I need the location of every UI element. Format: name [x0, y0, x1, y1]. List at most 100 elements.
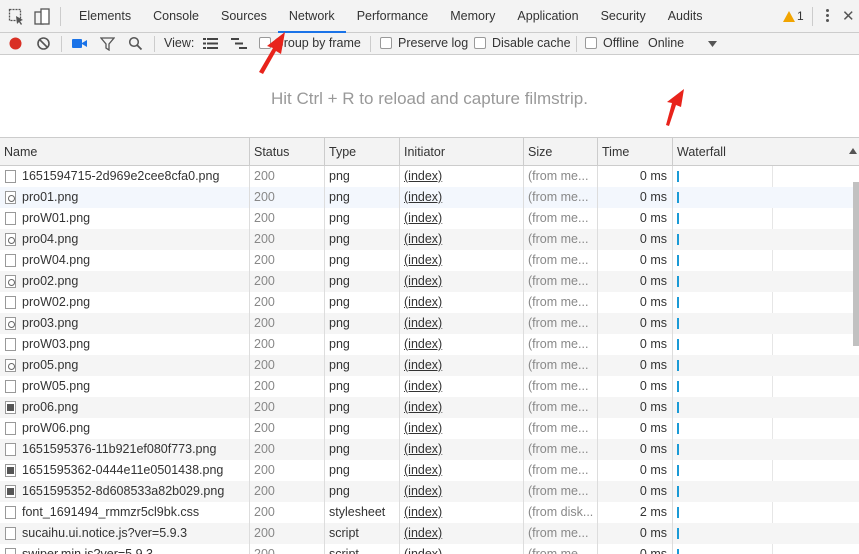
- file-name: proW03.png: [22, 337, 91, 351]
- offline-checkbox[interactable]: [585, 37, 597, 49]
- file-name: 1651595352-8d608533a82b029.png: [22, 484, 225, 498]
- cell-initiator[interactable]: (index): [400, 418, 524, 439]
- tab-network[interactable]: Network: [277, 0, 346, 33]
- table-row[interactable]: proW02.png 200 png (index) (from me... 0 ms: [0, 292, 859, 313]
- more-options-icon[interactable]: [826, 9, 830, 25]
- cell-type: script: [325, 523, 400, 544]
- tab-sources[interactable]: Sources: [210, 0, 278, 33]
- cell-initiator[interactable]: (index): [400, 292, 524, 313]
- preserve-log-checkbox[interactable]: [380, 37, 392, 49]
- tab-console[interactable]: Console: [142, 0, 210, 33]
- tab-application[interactable]: Application: [506, 0, 589, 33]
- cell-initiator[interactable]: (index): [400, 208, 524, 229]
- clear-icon[interactable]: [36, 36, 51, 51]
- cell-type: png: [325, 397, 400, 418]
- cell-time: 0 ms: [598, 250, 673, 271]
- cell-waterfall: [673, 439, 859, 460]
- table-row[interactable]: 1651595362-0444e11e0501438.png 200 png (ind…: [0, 460, 859, 481]
- column-name[interactable]: Name: [0, 138, 250, 166]
- cell-size: (from me...: [524, 166, 598, 187]
- cell-status: 200: [250, 376, 325, 397]
- close-icon[interactable]: ✕: [842, 7, 855, 25]
- table-row[interactable]: font_1691494_rmmzr5cl9bk.css 200 styleshee…: [0, 502, 859, 523]
- cell-initiator[interactable]: (index): [400, 397, 524, 418]
- table-row[interactable]: 1651595376-11b921ef080f773.png 200 png (ind…: [0, 439, 859, 460]
- column-initiator[interactable]: Initiator: [400, 138, 524, 166]
- table-row[interactable]: proW06.png 200 png (index) (from me... 0 ms: [0, 418, 859, 439]
- requests-table-body: 1651594715-2d969e2cee8cfa0.png 200 png (ind…: [0, 166, 859, 554]
- cell-initiator[interactable]: (index): [400, 439, 524, 460]
- file-name: pro05.png: [22, 358, 79, 372]
- cell-initiator[interactable]: (index): [400, 334, 524, 355]
- table-row[interactable]: proW01.png 200 png (index) (from me... 0 ms: [0, 208, 859, 229]
- cell-initiator[interactable]: (index): [400, 313, 524, 334]
- cell-initiator[interactable]: (index): [400, 355, 524, 376]
- cell-size: (from me...: [524, 439, 598, 460]
- table-row[interactable]: proW05.png 200 png (index) (from me... 0 ms: [0, 376, 859, 397]
- cell-initiator[interactable]: (index): [400, 166, 524, 187]
- filter-icon[interactable]: [100, 37, 115, 51]
- cell-waterfall: [673, 355, 859, 376]
- record-icon[interactable]: [8, 36, 23, 51]
- tab-elements[interactable]: Elements: [68, 0, 142, 33]
- table-row[interactable]: pro01.png 200 png (index) (from me... 0 ms: [0, 187, 859, 208]
- scrollbar-thumb[interactable]: [853, 182, 859, 346]
- table-row[interactable]: sucaihu.ui.notice.js?ver=5.9.3 200 script(…: [0, 523, 859, 544]
- cell-initiator[interactable]: (index): [400, 376, 524, 397]
- tab-audits[interactable]: Audits: [657, 0, 714, 33]
- file-icon: [5, 527, 16, 540]
- column-time[interactable]: Time: [598, 138, 673, 166]
- cell-waterfall: [673, 544, 859, 554]
- cell-status: 200: [250, 502, 325, 523]
- table-row[interactable]: proW03.png 200 png (index) (from me... 0 ms: [0, 334, 859, 355]
- table-row[interactable]: pro04.png 200 png (index) (from me... 0 ms: [0, 229, 859, 250]
- tab-memory[interactable]: Memory: [439, 0, 506, 33]
- divider: [576, 36, 577, 52]
- column-waterfall[interactable]: Waterfall: [673, 138, 859, 166]
- cell-waterfall: [673, 418, 859, 439]
- overview-waterfall-icon[interactable]: [231, 38, 247, 49]
- disable-cache-checkbox[interactable]: [474, 37, 486, 49]
- divider: [61, 36, 62, 52]
- cell-initiator[interactable]: (index): [400, 229, 524, 250]
- divider: [370, 36, 371, 52]
- device-toolbar-icon[interactable]: [33, 8, 51, 26]
- tab-security[interactable]: Security: [590, 0, 657, 33]
- file-icon: [5, 359, 16, 372]
- cell-type: png: [325, 271, 400, 292]
- cell-time: 0 ms: [598, 439, 673, 460]
- tab-performance[interactable]: Performance: [346, 0, 440, 33]
- cell-initiator[interactable]: (index): [400, 250, 524, 271]
- large-rows-icon[interactable]: [203, 38, 218, 49]
- column-type[interactable]: Type: [325, 138, 400, 166]
- table-row[interactable]: 1651595352-8d608533a82b029.png 200 png (ind…: [0, 481, 859, 502]
- cell-size: (from me...: [524, 292, 598, 313]
- chevron-down-icon[interactable]: [708, 41, 717, 47]
- warnings-counter[interactable]: 1: [783, 9, 804, 23]
- table-row[interactable]: pro05.png 200 png (index) (from me... 0 ms: [0, 355, 859, 376]
- cell-initiator[interactable]: (index): [400, 502, 524, 523]
- cell-initiator[interactable]: (index): [400, 460, 524, 481]
- search-icon[interactable]: [128, 36, 143, 51]
- cell-name: swiper.min.js?ver=5.9.3: [0, 544, 250, 554]
- waterfall-bar: [677, 528, 679, 539]
- column-size[interactable]: Size: [524, 138, 598, 166]
- cell-initiator[interactable]: (index): [400, 523, 524, 544]
- table-row[interactable]: proW04.png 200 png (index) (from me... 0 ms: [0, 250, 859, 271]
- cell-size: (from me...: [524, 355, 598, 376]
- table-row[interactable]: 1651594715-2d969e2cee8cfa0.png 200 png (ind…: [0, 166, 859, 187]
- table-row[interactable]: swiper.min.js?ver=5.9.3 200 script (index)(…: [0, 544, 859, 554]
- throttling-select[interactable]: Online: [648, 36, 684, 50]
- cell-initiator[interactable]: (index): [400, 481, 524, 502]
- cell-status: 200: [250, 397, 325, 418]
- table-row[interactable]: pro03.png 200 png (index) (from me... 0 ms: [0, 313, 859, 334]
- cell-initiator[interactable]: (index): [400, 544, 524, 554]
- inspect-element-icon[interactable]: [8, 8, 26, 26]
- cell-initiator[interactable]: (index): [400, 187, 524, 208]
- table-row[interactable]: pro06.png 200 png (index) (from me... 0 ms: [0, 397, 859, 418]
- cell-initiator[interactable]: (index): [400, 271, 524, 292]
- capture-screenshots-icon[interactable]: [71, 37, 88, 50]
- column-status[interactable]: Status: [250, 138, 325, 166]
- cell-size: (from disk...: [524, 502, 598, 523]
- table-row[interactable]: pro02.png 200 png (index) (from me... 0 ms: [0, 271, 859, 292]
